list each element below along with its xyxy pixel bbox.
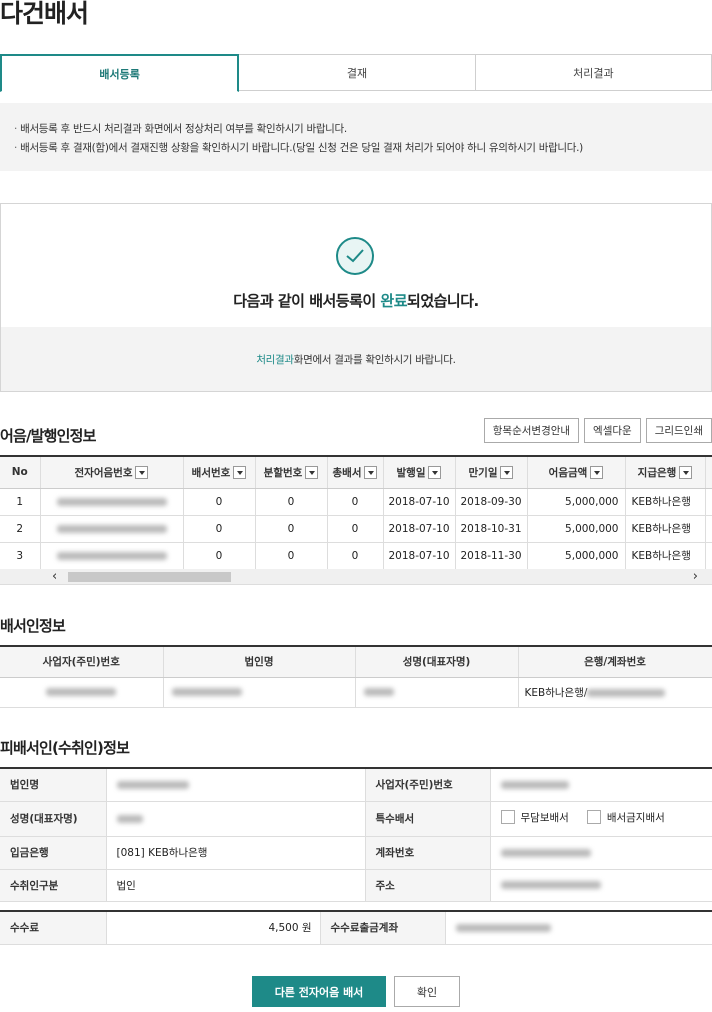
chevron-down-icon[interactable]: [305, 466, 319, 480]
chevron-right-icon[interactable]: ›: [693, 569, 698, 585]
table-row: KEB하나은행/: [0, 677, 712, 708]
redacted-biz-number: [490, 768, 712, 802]
completion-box: 다음과 같이 배서등록이 완료되었습니다. 처리결과 화면에서 결과를 확인하시기…: [0, 203, 712, 392]
col-header[interactable]: 총배서: [327, 457, 384, 489]
excel-download-button[interactable]: 엑셀다운: [584, 418, 641, 443]
no-endorse-checkbox[interactable]: 배서금지배서: [586, 810, 665, 825]
redacted-bill-number: [40, 488, 184, 516]
col-header[interactable]: 전자어음번호: [40, 457, 184, 489]
no-guarantee-checkbox[interactable]: 무담보배서: [500, 810, 569, 825]
fee-table: 수수료 4,500 원 수수료출금계좌: [0, 910, 712, 945]
col-header[interactable]: 어음금액: [527, 457, 626, 489]
col-header[interactable]: 만기일: [455, 457, 528, 489]
chevron-left-icon[interactable]: ‹: [52, 569, 57, 585]
tab-process-result[interactable]: 처리결과: [475, 54, 712, 90]
deposit-bank: [081] KEB하나은행: [106, 836, 366, 870]
tab-endorse-register[interactable]: 배서등록: [0, 54, 240, 92]
page-title: 다건배서: [0, 0, 89, 28]
horizontal-scrollbar[interactable]: ‹ ›: [0, 569, 712, 585]
completion-message: 다음과 같이 배서등록이 완료되었습니다.: [233, 292, 479, 310]
endorser-table: 사업자(주민)번호 법인명 성명(대표자명) 은행/계좌번호 KEB하나은행/: [0, 645, 712, 708]
bank-account: KEB하나은행/: [518, 677, 712, 708]
payee-type: 법인: [106, 869, 366, 902]
redacted-account-number: [490, 836, 712, 870]
notice-item: 배서등록 후 반드시 처리결과 화면에서 정상처리 여부를 확인하시기 바랍니다…: [14, 120, 698, 139]
redacted-rep-name: [106, 801, 366, 837]
redacted-corp-name: [106, 768, 366, 802]
redacted-address: [490, 869, 712, 902]
chevron-down-icon[interactable]: [590, 466, 604, 480]
tab-approval[interactable]: 결재: [239, 54, 476, 90]
col-header: 성명(대표자명): [355, 646, 519, 678]
bill-section-title: 어음/발행인정보: [0, 427, 96, 445]
redacted-fee-account: [445, 911, 712, 945]
notice-box: 배서등록 후 반드시 처리결과 화면에서 정상처리 여부를 확인하시기 바랍니다…: [0, 103, 712, 171]
redacted-bill-number: [40, 542, 184, 570]
check-icon: [336, 237, 374, 275]
completion-subtext: 처리결과 화면에서 결과를 확인하시기 바랍니다.: [1, 327, 711, 391]
col-header: 은행/계좌번호: [518, 646, 712, 678]
bill-grid: No 전자어음번호 배서번호 분할번호 총배서 발행일 만기일 어음금액 지급은…: [0, 455, 712, 570]
chevron-down-icon[interactable]: [233, 466, 247, 480]
col-header: No: [0, 457, 41, 489]
endorse-another-button[interactable]: 다른 전자어음 배서: [252, 976, 386, 1007]
scrollbar-thumb[interactable]: [68, 572, 231, 582]
table-row[interactable]: 1 0 0 0 2018-07-10 2018-09-30 5,000,000 …: [0, 488, 712, 516]
col-header[interactable]: 지급은행: [625, 457, 706, 489]
endorsee-table: 법인명 사업자(주민)번호 성명(대표자명) 특수배서 무담보배서 배서금지배서 …: [0, 767, 712, 902]
tab-bar: 배서등록 결재 처리결과: [0, 54, 712, 92]
redacted-biz-number: [0, 677, 164, 708]
confirm-button[interactable]: 확인: [394, 976, 460, 1007]
column-order-guide-button[interactable]: 항목순서변경안내: [483, 418, 580, 443]
grid-toolbar: 항목순서변경안내 엑셀다운 그리드인쇄: [483, 418, 712, 443]
chevron-down-icon[interactable]: [364, 466, 378, 480]
col-header: 법인명: [163, 646, 356, 678]
col-header: 사업자(주민)번호: [0, 646, 164, 678]
endorser-section-title: 배서인정보: [0, 617, 66, 635]
notice-item: 배서등록 후 결재(함)에서 결재진행 상황을 확인하시기 바랍니다.(당일 신…: [14, 139, 698, 158]
chevron-down-icon[interactable]: [500, 466, 514, 480]
grid-header-row: No 전자어음번호 배서번호 분할번호 총배서 발행일 만기일 어음금액 지급은…: [0, 457, 712, 489]
table-row[interactable]: 2 0 0 0 2018-07-10 2018-10-31 5,000,000 …: [0, 515, 712, 543]
chevron-down-icon[interactable]: [679, 466, 693, 480]
fee-amount: 4,500 원: [106, 911, 321, 945]
action-buttons: 다른 전자어음 배서 확인: [0, 976, 712, 1007]
col-header[interactable]: 분할번호: [255, 457, 328, 489]
col-header[interactable]: 발행일: [383, 457, 456, 489]
redacted-rep-name: [355, 677, 519, 708]
chevron-down-icon[interactable]: [428, 466, 442, 480]
redacted-corp-name: [163, 677, 356, 708]
col-header[interactable]: 배서번호: [183, 457, 256, 489]
endorsee-section-title: 피배서인(수취인)정보: [0, 739, 130, 757]
table-row[interactable]: 3 0 0 0 2018-07-10 2018-11-30 5,000,000 …: [0, 542, 712, 570]
grid-print-button[interactable]: 그리드인쇄: [645, 418, 712, 443]
process-result-link[interactable]: 처리결과: [256, 352, 294, 367]
redacted-bill-number: [40, 515, 184, 543]
chevron-down-icon[interactable]: [135, 466, 149, 480]
